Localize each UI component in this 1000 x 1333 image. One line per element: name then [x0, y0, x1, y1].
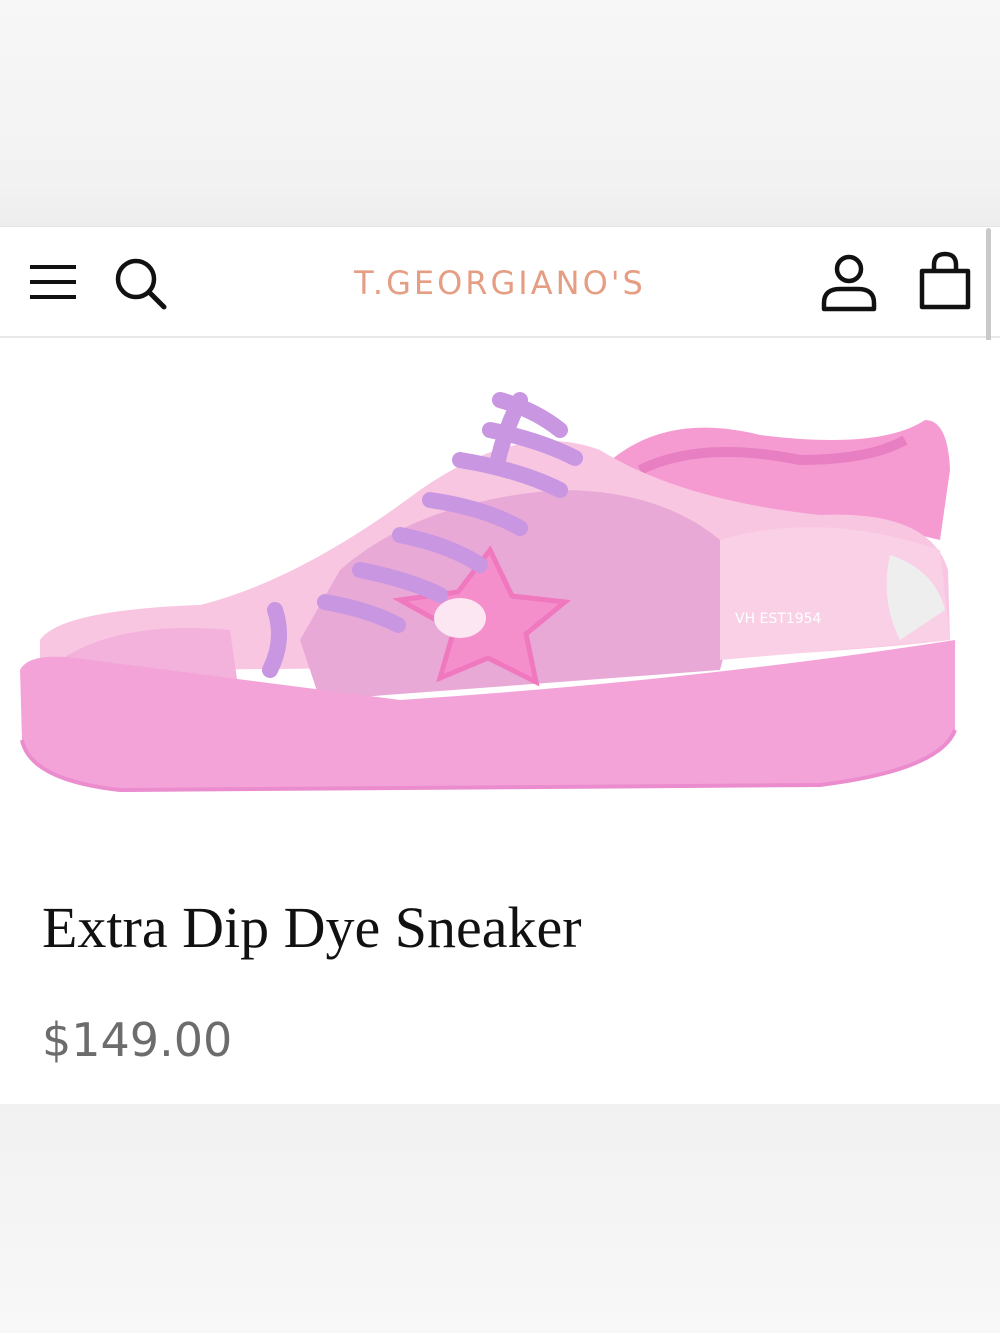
pink-sneaker-image: VH EST1954: [20, 392, 957, 793]
menu-button[interactable]: [28, 263, 80, 303]
account-icon: [821, 254, 877, 312]
search-button[interactable]: [112, 255, 170, 311]
shopping-bag-icon: [919, 251, 971, 310]
heel-print: VH EST1954: [735, 611, 822, 627]
hamburger-menu-icon: [30, 265, 76, 299]
site-header: T.GEORGIANO'S: [0, 226, 1000, 338]
brand-logo[interactable]: T.GEORGIANO'S: [260, 261, 740, 305]
product-image[interactable]: VH EST1954: [0, 340, 1000, 850]
blurred-bottom-area: [0, 1104, 1000, 1333]
cart-button[interactable]: [918, 251, 972, 311]
search-icon: [115, 258, 167, 310]
product-price: $149.00: [42, 1013, 233, 1067]
product-page: T.GEORGIANO'S VH EST1954 Extra Dip Dye S…: [0, 0, 1000, 1333]
blurred-top-area: [0, 0, 1000, 226]
product-title: Extra Dip Dye Sneaker: [42, 895, 582, 960]
account-button[interactable]: [818, 253, 880, 313]
